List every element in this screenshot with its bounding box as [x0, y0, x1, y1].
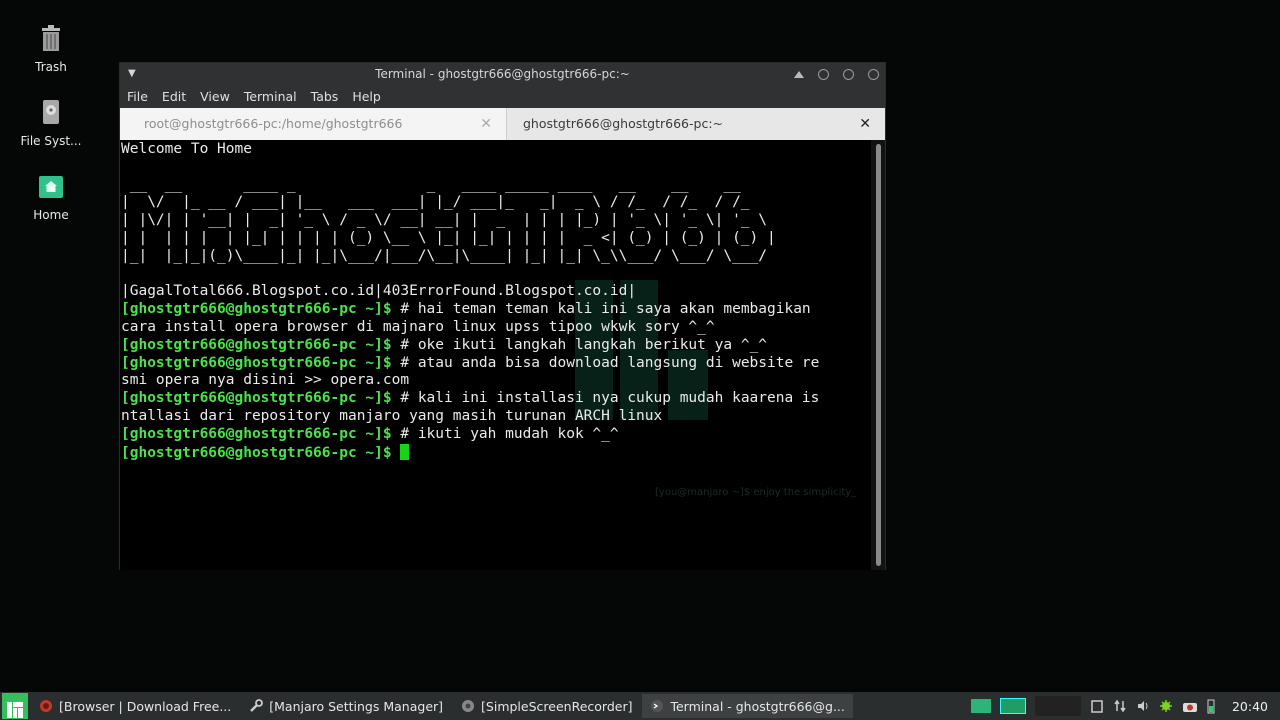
trash-icon [42, 25, 60, 51]
scrollbar[interactable] [871, 140, 885, 570]
maximize-button[interactable] [843, 68, 854, 80]
sites-line: |GagalTotal666.Blogspot.co.id|403ErrorFo… [121, 283, 637, 300]
home-folder-icon [39, 176, 63, 198]
command-line: [ghostgtr666@ghostgtr666-pc ~]$ [121, 443, 872, 463]
menu-tabs[interactable]: Tabs [311, 89, 339, 104]
tab-close-icon[interactable]: ✕ [480, 108, 492, 140]
terminal-output[interactable]: Welcome To Home __ __ ____ _ _ ____ ____… [120, 140, 872, 570]
volume-icon[interactable] [1136, 699, 1150, 713]
recorder-icon [462, 700, 475, 712]
task-screen-recorder[interactable]: [SimpleScreenRecorder] [453, 694, 640, 718]
tab-root[interactable]: root@ghostgtr666-pc:/home/ghostgtr666 ✕ [120, 108, 506, 140]
command-line: [ghostgtr666@ghostgtr666-pc ~]$ # kali i… [121, 390, 872, 408]
command-text: # oke ikuti langkah langkah berikut ya ^… [391, 336, 768, 353]
wrench-icon [250, 699, 264, 712]
text-cursor [400, 443, 410, 460]
start-menu-button[interactable] [2, 693, 28, 719]
network-icon[interactable] [1113, 699, 1127, 713]
continuation-line: smi opera nya disini >> opera.com [121, 372, 410, 389]
window-menu-icon[interactable]: ▼ [128, 63, 136, 85]
updates-icon[interactable] [1159, 699, 1173, 713]
screenshot-icon[interactable] [1182, 699, 1198, 713]
clipboard-icon[interactable] [1090, 699, 1104, 713]
welcome-line: Welcome To Home [121, 141, 252, 157]
command-line: [ghostgtr666@ghostgtr666-pc ~]$ # hai te… [121, 301, 872, 319]
workspace-1[interactable] [970, 699, 991, 713]
shade-icon[interactable] [794, 70, 804, 78]
tab-label: ghostgtr666@ghostgtr666-pc:~ [523, 116, 724, 131]
task-settings-manager[interactable]: [Manjaro Settings Manager] [241, 694, 451, 718]
tab-label: root@ghostgtr666-pc:/home/ghostgtr666 [144, 116, 403, 131]
banner-line: __ __ ____ _ _ ____ _____ ____ __ __ __ [121, 176, 759, 193]
desktop-icon-home[interactable]: Home [1, 172, 101, 222]
close-button[interactable] [868, 68, 879, 80]
task-label: Terminal - ghostgtr666@g... [670, 698, 845, 714]
system-tray: 20:40 [970, 696, 1280, 716]
browser-icon [40, 700, 52, 712]
tab-close-icon[interactable]: ✕ [859, 108, 871, 140]
menu-file[interactable]: File [127, 89, 148, 104]
prompt: [ghostgtr666@ghostgtr666-pc ~]$ [121, 390, 392, 407]
command-text: # kali ini installasi nya cukup mudah ka… [391, 390, 820, 407]
desktop-icon-label: File Syst... [20, 134, 82, 148]
task-terminal[interactable]: Terminal - ghostgtr666@g... [642, 694, 853, 718]
tab-bar: root@ghostgtr666-pc:/home/ghostgtr666 ✕ … [120, 108, 885, 140]
command-text: # atau anda bisa download langsung di we… [391, 354, 820, 371]
workspace-2[interactable] [999, 698, 1026, 714]
command-line: [ghostgtr666@ghostgtr666-pc ~]$ # oke ik… [121, 337, 872, 355]
banner-line: | | | | | | |_| | | | | (_) \__ \ |_| |_… [121, 229, 776, 246]
desktop-icon-label: Home [33, 208, 69, 222]
clock[interactable]: 20:40 [1232, 699, 1268, 714]
prompt: [ghostgtr666@ghostgtr666-pc ~]$ [121, 336, 392, 353]
continuation-line: cara install opera browser di majnaro li… [121, 318, 715, 335]
command-line: [ghostgtr666@ghostgtr666-pc ~]$ # atau a… [121, 355, 872, 373]
continuation-line: ntallasi dari repository manjaro yang ma… [121, 407, 663, 424]
prompt: [ghostgtr666@ghostgtr666-pc ~]$ [121, 425, 392, 442]
prompt: [ghostgtr666@ghostgtr666-pc ~]$ [121, 444, 392, 461]
menu-terminal[interactable]: Terminal [244, 89, 297, 104]
terminal-icon [651, 700, 664, 712]
prompt: [ghostgtr666@ghostgtr666-pc ~]$ [121, 301, 392, 318]
task-label: [SimpleScreenRecorder] [481, 698, 633, 714]
command-text: # hai teman teman kali ini saya akan mem… [391, 301, 811, 318]
menu-help[interactable]: Help [352, 89, 381, 104]
desktop-icon-trash[interactable]: Trash [1, 24, 101, 74]
battery-icon[interactable] [1207, 698, 1215, 714]
banner-line: | |\/| | '__| | _| '_ \ / _ \/ __| __| |… [121, 212, 768, 229]
prompt: [ghostgtr666@ghostgtr666-pc ~]$ [121, 354, 392, 371]
banner-line: |_| |_|_|(_)\____|_| |_|\___/|___/\__|\_… [121, 247, 776, 264]
terminal-text: Welcome To Home __ __ ____ _ _ ____ ____… [121, 141, 872, 462]
manjaro-logo-icon [7, 702, 23, 718]
taskbar: [Browser | Download Free... [Manjaro Set… [0, 692, 1280, 720]
menu-edit[interactable]: Edit [162, 89, 186, 104]
drive-icon [43, 100, 59, 124]
desktop-icon-label: Trash [35, 60, 67, 74]
tab-user[interactable]: ghostgtr666@ghostgtr666-pc:~ ✕ [506, 108, 885, 140]
banner-line: | \/ |_ __ / ___| |__ ___ ___| |_/ ___|_… [121, 194, 759, 211]
task-label: [Manjaro Settings Manager] [269, 698, 444, 714]
task-browser[interactable]: [Browser | Download Free... [31, 694, 239, 718]
command-line: [ghostgtr666@ghostgtr666-pc ~]$ # ikuti … [121, 426, 872, 444]
minimize-button[interactable] [818, 68, 829, 80]
window-titlebar[interactable]: ▼ Terminal - ghostgtr666@ghostgtr666-pc:… [120, 63, 885, 85]
command-text: # ikuti yah mudah kok ^_^ [391, 425, 619, 442]
terminal-window[interactable]: ▼ Terminal - ghostgtr666@ghostgtr666-pc:… [119, 62, 886, 570]
window-title: Terminal - ghostgtr666@ghostgtr666-pc:~ [375, 67, 630, 81]
desktop-icon-filesystem[interactable]: File Syst... [1, 98, 101, 148]
menubar: File Edit View Terminal Tabs Help [120, 85, 885, 108]
wallpaper-tagline: [you@manjaro ~]$ enjoy the simplicity_ [655, 487, 857, 498]
workspace-3[interactable] [1034, 696, 1081, 716]
scrollbar-thumb[interactable] [876, 144, 881, 566]
task-label: [Browser | Download Free... [59, 698, 232, 714]
menu-view[interactable]: View [200, 89, 230, 104]
